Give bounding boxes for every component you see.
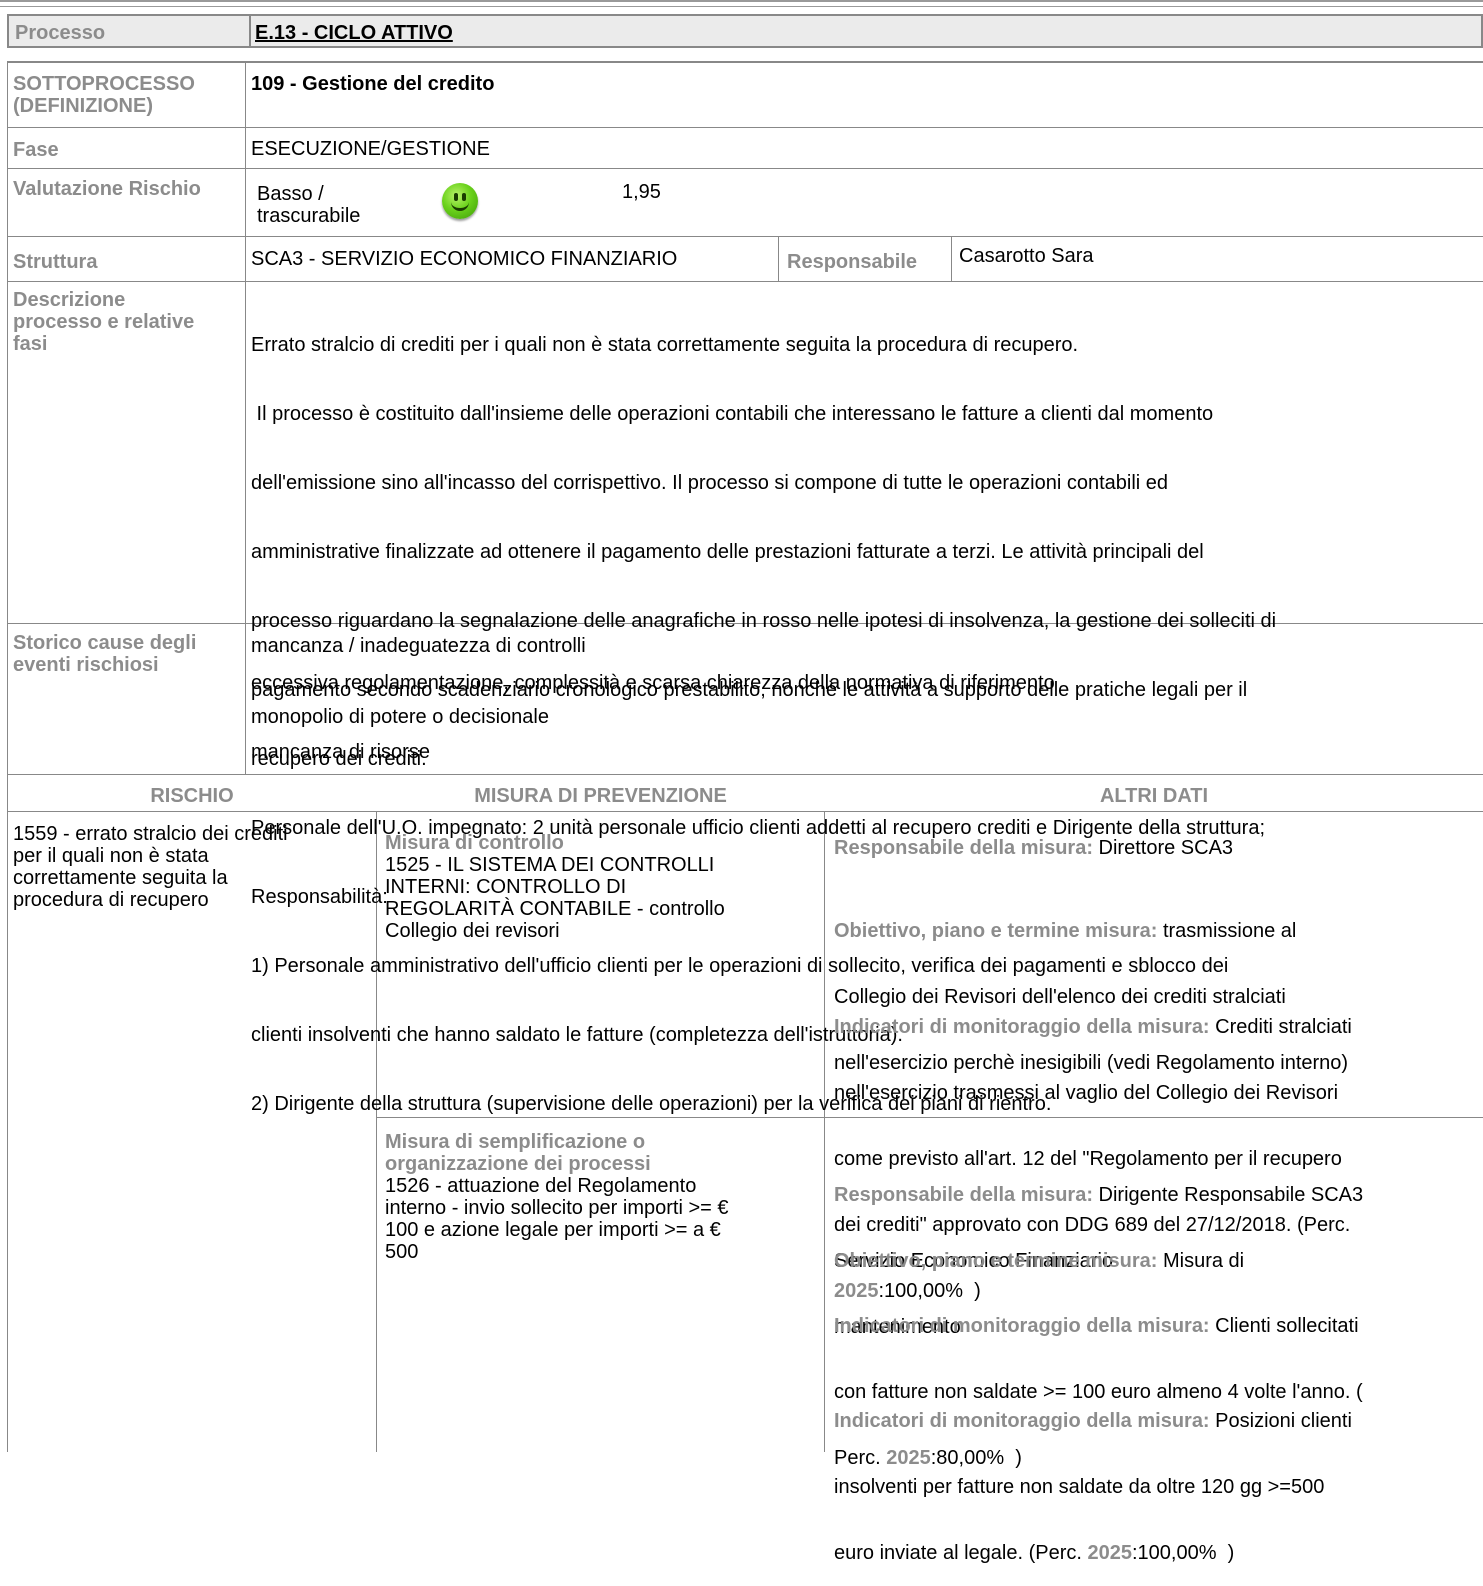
field-value: Crediti stralciati [1209, 1016, 1352, 1038]
misura-desc-line: Collegio dei revisori [385, 920, 560, 942]
misura-desc-line: 500 [385, 1241, 419, 1263]
top-border-thin [0, 6, 1483, 7]
label-line: SOTTOPROCESSO [13, 73, 195, 95]
misura-desc-line: 1526 - attuazione del Regolamento [385, 1175, 697, 1197]
sottoprocesso-value: 109 - Gestione del credito [251, 73, 495, 95]
valutazione-label: Valutazione Rischio [13, 178, 201, 200]
field-label: Responsabile della misura: [834, 1184, 1093, 1206]
storico-item: eccessiva regolamentazione, complessità … [251, 672, 1055, 694]
responsabile-value: Casarotto Sara [959, 245, 1094, 267]
misura-2: Misura di semplificazione o organizzazio… [385, 1131, 729, 1263]
processo-row: Processo E.13 - CICLO ATTIVO [7, 14, 1483, 48]
divider [951, 237, 952, 281]
storico-item: monopolio di potere o decisionale [251, 706, 549, 728]
label-line: processo e relative [13, 311, 195, 333]
divider [7, 61, 1483, 63]
field-value: nell'esercizio trasmessi al vaglio del C… [834, 1082, 1339, 1104]
rischio-line: correttamente seguita la [13, 867, 228, 889]
misura-type: Misura di semplificazione o [385, 1131, 646, 1153]
risk-level-line: trascurabile [257, 205, 361, 227]
processo-link[interactable]: E.13 - CICLO ATTIVO [255, 22, 453, 45]
rischio-line: per il quali non è stata [13, 845, 209, 867]
storico-item: mancanza / inadeguatezza di controlli [251, 635, 586, 657]
descrizione-label: Descrizione processo e relative fasi [13, 289, 194, 355]
field-label: Responsabile della misura: [834, 837, 1093, 859]
year-label: 2025 [1087, 1542, 1132, 1564]
altri-dati-2-ind2: Indicatori di monitoraggio della misura:… [834, 1366, 1352, 1586]
field-value: Direttore SCA3 [1092, 837, 1234, 859]
sottoprocesso-label: SOTTOPROCESSO (DEFINIZIONE) [13, 73, 195, 117]
divider [7, 236, 1483, 237]
risk-level-line: Basso / [257, 183, 324, 205]
field-value: trasmissione al [1157, 920, 1297, 942]
divider [7, 168, 1483, 169]
misura-type: Misura di controllo [385, 832, 564, 854]
fase-value: ESECUZIONE/GESTIONE [251, 138, 490, 160]
field-value: euro inviate al legale. (Perc. [834, 1542, 1088, 1564]
field-label: Obiettivo, piano e termine misura: [834, 920, 1158, 942]
storico-item: mancanza di risorse [251, 741, 430, 763]
label-line: fasi [13, 333, 48, 355]
desc-line: Errato stralcio di crediti per i quali n… [251, 334, 1079, 356]
desc-line: dell'emissione sino all'incasso del corr… [251, 472, 1169, 494]
risk-score: 1,95 [622, 181, 661, 203]
rischio-line: procedura di recupero [13, 889, 209, 911]
field-value: :100,00% ) [1131, 1542, 1235, 1564]
label-line: Storico cause degli [13, 632, 197, 654]
rischio-line: 1559 - errato stralcio dei crediti [13, 823, 288, 845]
storico-label: Storico cause degli eventi rischiosi [13, 632, 196, 676]
field-label: Indicatori di monitoraggio della misura: [834, 1315, 1210, 1337]
struttura-value: SCA3 - SERVIZIO ECONOMICO FINANZIARIO [251, 248, 678, 270]
divider [7, 62, 8, 1452]
misura-desc-line: 1525 - IL SISTEMA DEI CONTROLLI [385, 854, 715, 876]
field-label: Indicatori di monitoraggio della misura: [834, 1410, 1210, 1432]
header-altri-dati: ALTRI DATI [1099, 785, 1209, 807]
header-rischio: RISCHIO [150, 785, 234, 807]
misura-1: Misura di controllo 1525 - IL SISTEMA DE… [385, 832, 725, 942]
misura-desc-line: 100 e azione legale per importi >= a € [385, 1219, 721, 1241]
struttura-label: Struttura [13, 251, 98, 273]
mouth [451, 198, 469, 211]
divider [778, 237, 779, 281]
misura-desc-line: interno - invio sollecito per importi >=… [385, 1197, 729, 1219]
misura-desc-line: REGOLARITÀ CONTABILE - controllo [385, 898, 725, 920]
field-label: Indicatori di monitoraggio della misura: [834, 1016, 1210, 1038]
misura-desc-line: INTERNI: CONTROLLO DI [385, 876, 627, 898]
responsabile-label: Responsabile [787, 251, 918, 273]
desc-line: amministrative finalizzate ad ottenere i… [251, 541, 1204, 563]
label-line: Descrizione [13, 289, 126, 311]
misura-type: organizzazione dei processi [385, 1153, 651, 1175]
divider [249, 16, 251, 46]
altri-dati-1-resp: Responsabile della misura: Direttore SCA… [834, 837, 1233, 859]
label-line: eventi rischiosi [13, 654, 159, 676]
desc-line: processo riguardano la segnalazione dell… [251, 610, 1277, 632]
field-value: Misura di [1157, 1250, 1245, 1272]
risk-level: Basso / trascurabile [257, 183, 360, 227]
field-value: Clienti sollecitati [1209, 1315, 1359, 1337]
top-border [0, 0, 1483, 2]
field-value: Posizioni clienti [1209, 1410, 1352, 1432]
field-value: Dirigente Responsabile SCA3 [1092, 1184, 1364, 1206]
header-misura: MISURA DI PREVENZIONE [474, 785, 727, 807]
fase-label: Fase [13, 139, 59, 161]
rischio-text: 1559 - errato stralcio dei crediti per i… [13, 823, 288, 911]
divider [7, 127, 1483, 128]
smiley-green-icon [442, 183, 478, 219]
desc-line: Il processo è costituito dall'insieme de… [251, 403, 1214, 425]
label-line: (DEFINIZIONE) [13, 95, 153, 117]
field-label: Obiettivo, piano e termine misura: [834, 1250, 1158, 1272]
field-value: insolventi per fatture non saldate da ol… [834, 1476, 1325, 1498]
processo-label: Processo [15, 22, 106, 44]
divider [7, 281, 1483, 282]
